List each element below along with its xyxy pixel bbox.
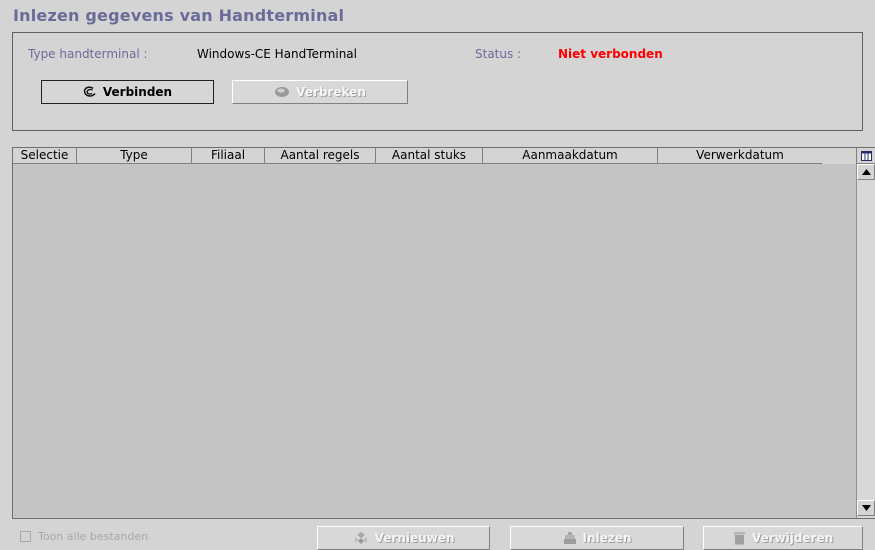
type-value: Windows-CE HandTerminal (197, 47, 357, 61)
show-all-label: Toon alle bestanden (38, 530, 149, 543)
column-header[interactable]: Aantal regels (265, 148, 376, 164)
table-body[interactable] (13, 164, 856, 518)
connect-button[interactable]: Verbinden (41, 80, 214, 104)
import-button-label: Inlezen (582, 531, 632, 545)
column-header[interactable]: Aanmaakdatum (483, 148, 658, 164)
refresh-button-label: Vernieuwen (374, 531, 455, 545)
scroll-down-icon[interactable] (857, 500, 875, 516)
disconnect-icon (274, 86, 290, 98)
status-label: Status : (475, 47, 522, 61)
column-header[interactable]: Verwerkdatum (658, 148, 822, 164)
vertical-scrollbar[interactable] (856, 164, 875, 518)
table-header: Selectie Type Filiaal Aantal regels Aant… (13, 148, 856, 164)
refresh-icon (353, 531, 369, 545)
column-header[interactable]: Type (77, 148, 192, 164)
delete-button-label: Verwijderen (751, 531, 834, 545)
column-header[interactable]: Filiaal (192, 148, 265, 164)
connect-button-label: Verbinden (102, 85, 173, 99)
status-value: Niet verbonden (558, 47, 663, 61)
column-header[interactable]: Aantal stuks (376, 148, 483, 164)
disconnect-button[interactable]: Verbreken (232, 80, 408, 104)
column-header[interactable]: Selectie (13, 148, 77, 164)
trash-icon (733, 531, 746, 545)
delete-button[interactable]: Verwijderen (703, 526, 863, 550)
import-icon (563, 531, 577, 545)
connection-panel: Type handterminal : Windows-CE HandTermi… (12, 32, 863, 131)
scroll-up-icon[interactable] (857, 164, 875, 180)
footer-bar: Toon alle bestanden Vernieuwen Inlezen V… (0, 522, 875, 550)
show-all-checkbox[interactable] (20, 531, 31, 542)
files-table: Selectie Type Filiaal Aantal regels Aant… (12, 147, 875, 519)
refresh-button[interactable]: Vernieuwen (317, 526, 490, 550)
disconnect-button-label: Verbreken (296, 85, 366, 99)
column-chooser-icon[interactable] (856, 148, 875, 164)
window-title: Inlezen gegevens van Handterminal (13, 6, 345, 25)
import-button[interactable]: Inlezen (510, 526, 684, 550)
connect-icon (83, 86, 97, 98)
type-label: Type handterminal : (28, 47, 148, 61)
